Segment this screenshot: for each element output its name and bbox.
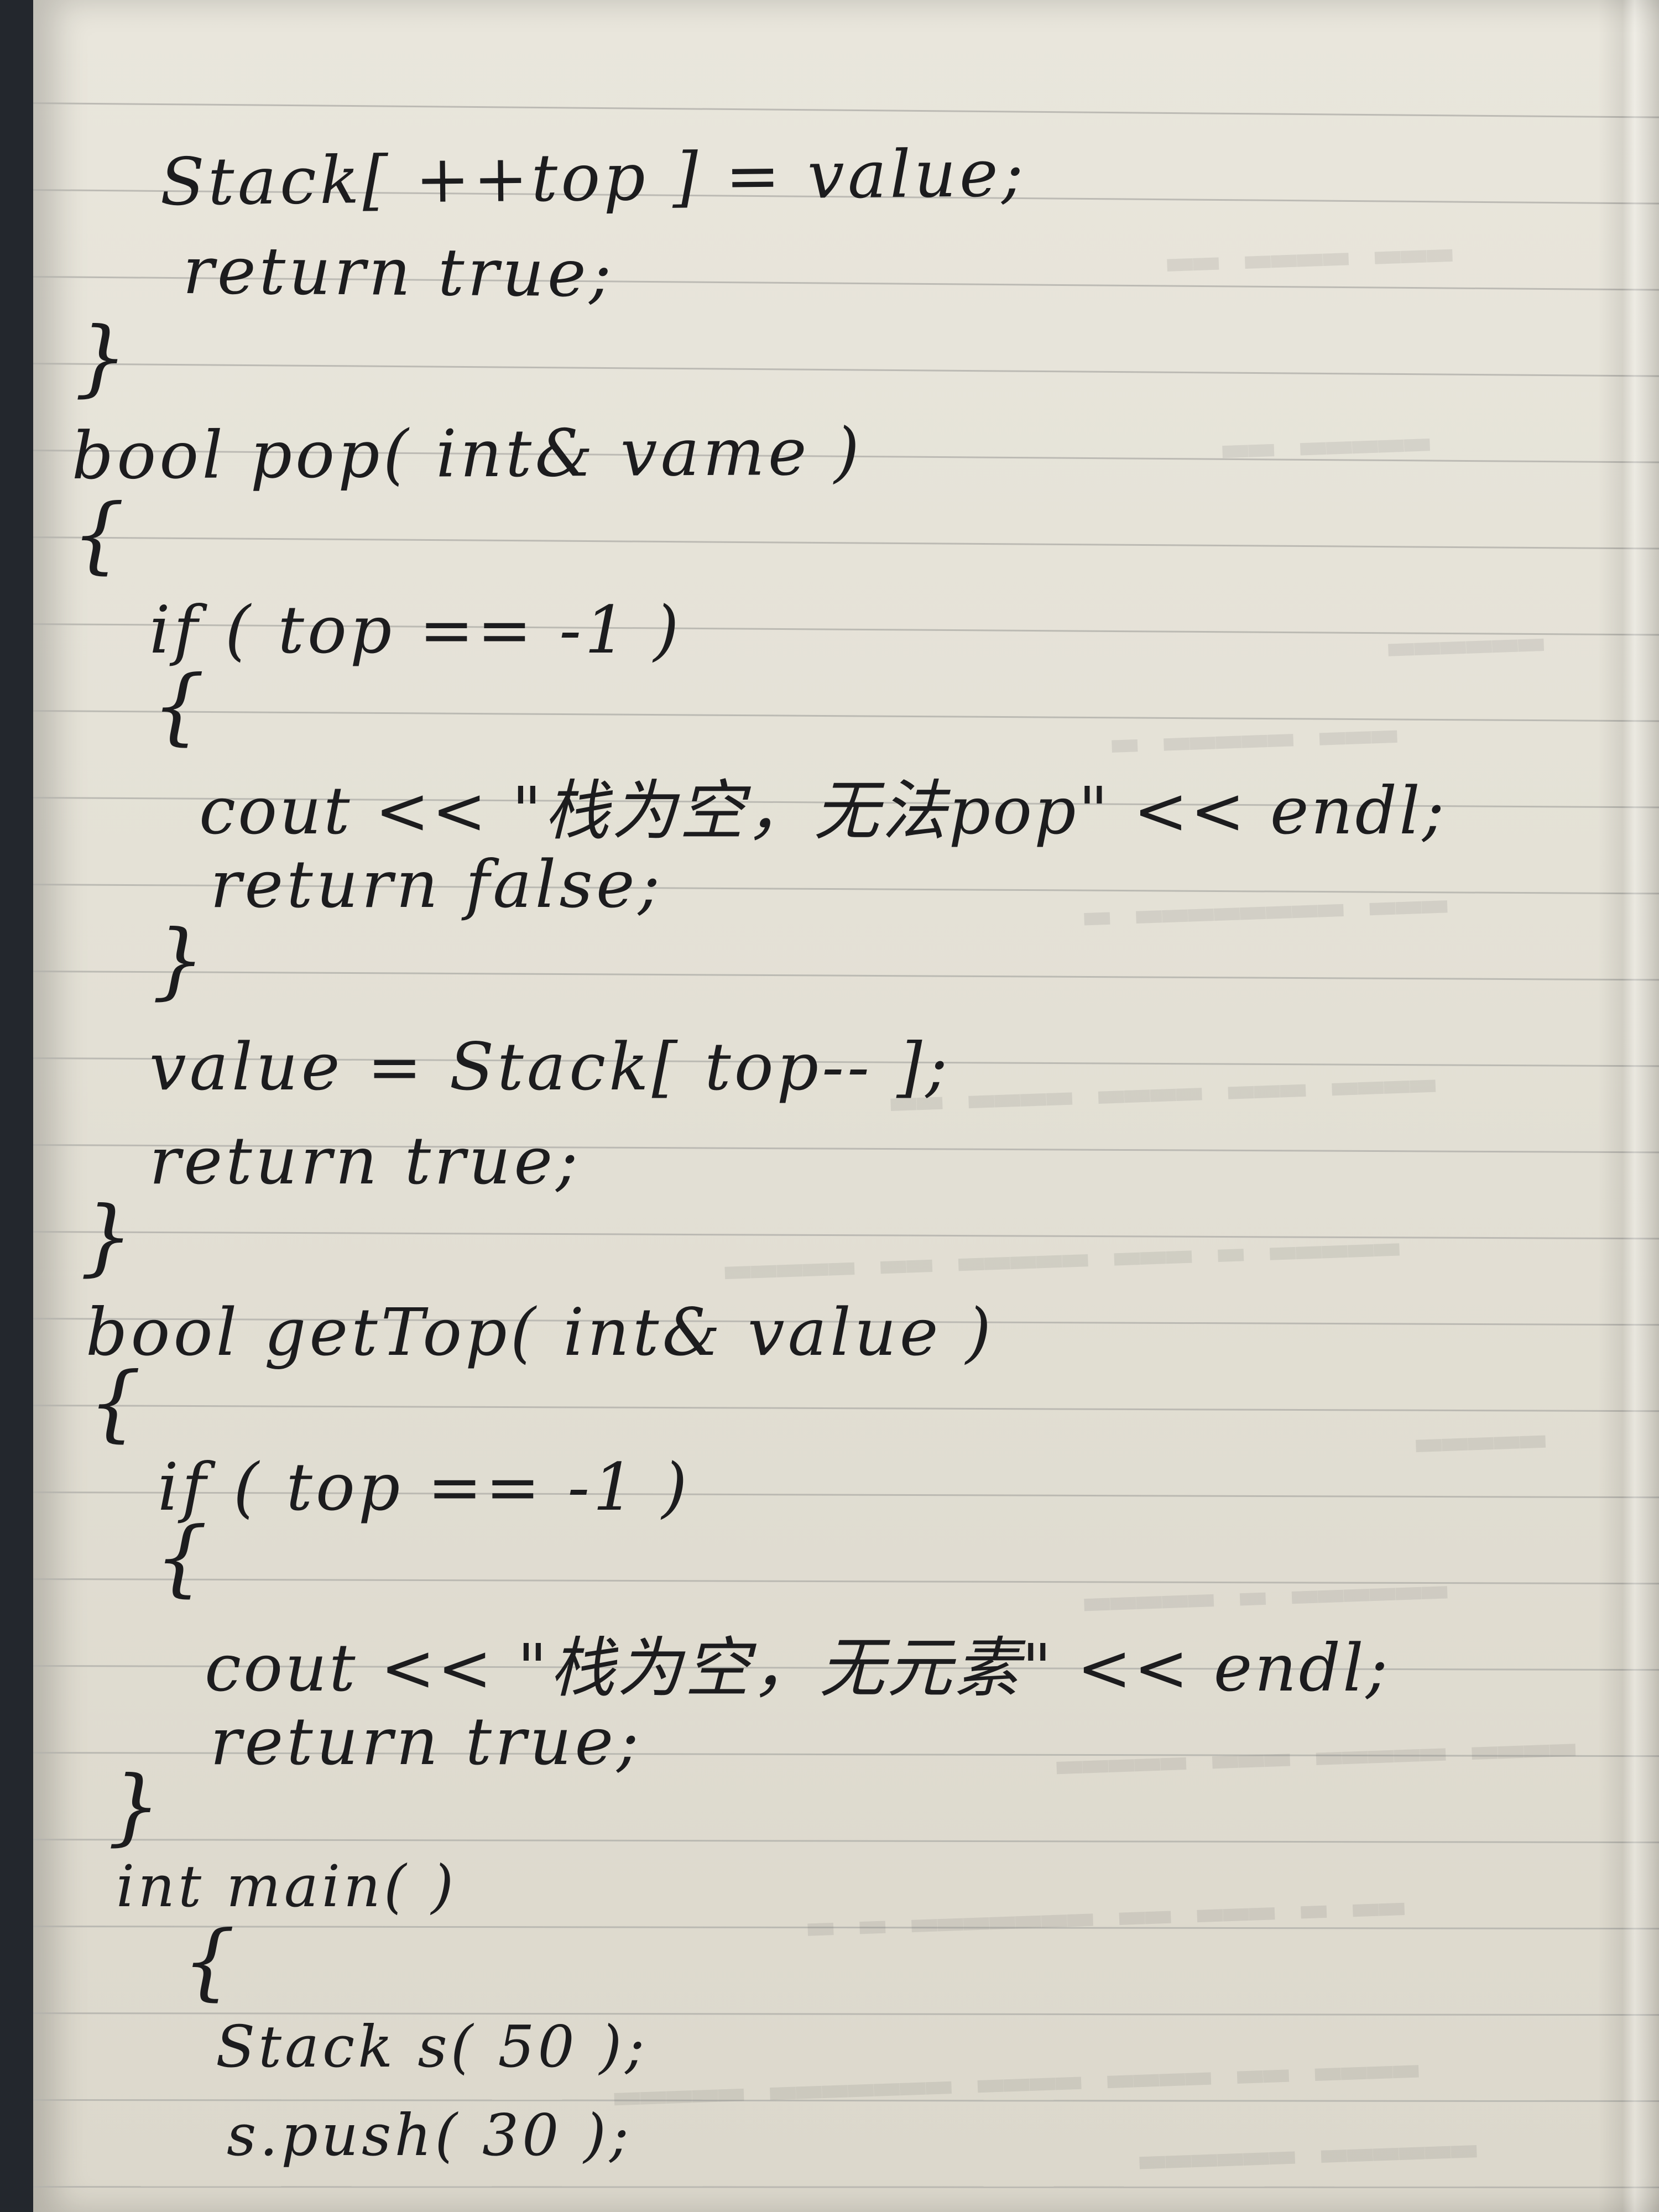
code-line-20: } (108, 1759, 164, 1855)
code-line-22: { (182, 1913, 239, 2010)
code-line-23: Stack s( 50 ); (216, 2013, 648, 2080)
code-line-11: value = Stack[ top-- ]; (149, 1029, 951, 1105)
code-line-5: { (72, 487, 128, 583)
code-line-8: cout << "栈为空，无法pop" << endl; (199, 773, 1447, 849)
code-line-14: bool getTop( int& value ) (86, 1294, 995, 1370)
show-through-ink: ▬▬▬ ▬▬▬▬ ▬▬ (1166, 227, 1453, 287)
code-line-13: } (80, 1189, 137, 1285)
ruled-line (33, 102, 1659, 118)
code-line-6: if ( top == -1 ) (149, 592, 682, 668)
page-edge-shadow (1598, 0, 1659, 2212)
ruled-line (33, 2186, 1659, 2189)
notebook-photo: ▬▬▬ ▬▬▬▬ ▬▬ ▬▬▬▬▬ ▬▬ ▬▬▬▬▬▬ ▬▬▬ ▬▬▬▬▬ ▬ … (0, 0, 1659, 2212)
ruled-line (33, 1839, 1659, 1844)
code-line-7: { (152, 658, 208, 754)
notebook-page: ▬▬▬ ▬▬▬▬ ▬▬ ▬▬▬▬▬ ▬▬ ▬▬▬▬▬▬ ▬▬▬ ▬▬▬▬▬ ▬ … (33, 0, 1659, 2212)
ruled-line (33, 971, 1659, 981)
ruled-line (33, 1231, 1659, 1240)
code-line-18: cout << "栈为空，无元素" << endl; (205, 1630, 1390, 1706)
code-line-15: { (88, 1355, 145, 1451)
ruled-line (33, 363, 1659, 377)
code-line-16: if ( top == -1 ) (158, 1449, 691, 1525)
ruled-line (33, 536, 1659, 550)
show-through-ink: ▬▬▬▬▬ ▬▬ (1221, 416, 1431, 474)
code-line-1: Stack[ ++top ] = value; (159, 134, 1027, 220)
code-line-24: s.push( 30 ); (227, 2101, 632, 2169)
code-line-17: { (155, 1510, 211, 1606)
show-through-ink: ▬▬▬▬▬▬ (1387, 617, 1545, 672)
code-line-9: return false; (210, 846, 664, 922)
show-through-ink: ▬▬▬▬▬ (1415, 1413, 1547, 1468)
ruled-line (33, 1405, 1659, 1412)
code-line-2: return true; (182, 232, 615, 312)
code-line-19: return true; (210, 1703, 642, 1780)
code-line-12: return true; (149, 1123, 581, 1199)
code-line-3: } (75, 310, 131, 406)
code-line-21: int main( ) (116, 1853, 457, 1920)
code-line-10: } (152, 912, 208, 1009)
ruled-line (33, 710, 1659, 722)
code-line-4: bool pop( int& vame ) (71, 413, 863, 494)
